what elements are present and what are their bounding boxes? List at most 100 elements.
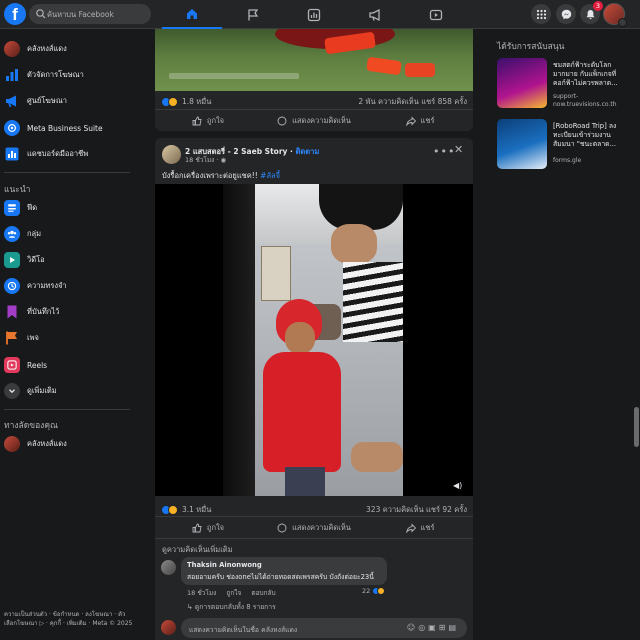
post-card-previous: 1.8 หมื่น 2 พัน ความคิดเห็น แชร์ 858 ครั… bbox=[155, 29, 473, 131]
page-scrollbar[interactable] bbox=[634, 407, 639, 447]
sponsored-ad[interactable]: ชมสตก์ฟ้าระดับโลก มากมาย กับแพ็กเกจที่ ค… bbox=[497, 58, 627, 118]
sponsored-heading: ได้รับการสนับสนุน bbox=[497, 42, 565, 52]
hashtag-link[interactable]: #ลัลจี้ bbox=[260, 171, 280, 180]
post1-comment-button[interactable]: แสดงความคิดเห็น bbox=[261, 110, 367, 131]
globe-icon: ◉ bbox=[220, 156, 227, 164]
sidebar-item-pro-dashboard[interactable]: แดชบอร์ดมืออาชีพ bbox=[4, 143, 130, 165]
shortcuts-heading: ทางลัดของคุณ bbox=[4, 421, 58, 431]
haha-reaction-icon bbox=[168, 97, 178, 107]
post2-like-button[interactable]: ถูกใจ bbox=[155, 517, 261, 538]
comment-bubble: Thaksin Ainonwong สอยอามครับ ช่องoneไม่ไ… bbox=[181, 557, 387, 585]
sidebar-item-label: วิดีโอ bbox=[27, 255, 45, 264]
sidebar-item-see-more[interactable]: ดูเพิ่มเติม bbox=[4, 380, 130, 402]
messenger-icon bbox=[561, 9, 571, 19]
comment-text: สอยอามครับ ช่องoneไม่ได้ถ่ายทอดสดเพรสครั… bbox=[187, 573, 374, 581]
volume-icon[interactable]: ◀) bbox=[453, 481, 462, 490]
sidebar-item-pages[interactable]: เพจ bbox=[4, 327, 130, 349]
comment-time[interactable]: 18 ชั่วโมง bbox=[187, 589, 216, 597]
post1-like-button[interactable]: ถูกใจ bbox=[155, 110, 261, 131]
comment-input[interactable]: แสดงความคิดเห็นในชื่อ คลังหงส์แดง ☺◎▣⊞▤ bbox=[181, 618, 467, 638]
pages-icon bbox=[4, 330, 20, 346]
view-replies-link[interactable]: ↳ ดูการตอบกลับทั้ง 8 รายการ bbox=[187, 601, 276, 612]
sidebar-divider bbox=[4, 409, 130, 410]
ad-thumbnail[interactable] bbox=[497, 119, 547, 169]
post2-reactions[interactable]: 3.1 หมื่น bbox=[161, 504, 211, 516]
commenter-avatar[interactable] bbox=[161, 560, 176, 575]
post-author-avatar[interactable] bbox=[162, 145, 181, 164]
post1-share-button[interactable]: แชร์ bbox=[367, 110, 473, 131]
post2-share-button[interactable]: แชร์ bbox=[367, 517, 473, 538]
sidebar-item-ads-manager[interactable]: ตัวจัดการโฆษณา bbox=[4, 64, 130, 86]
sidebar-item-ad-center[interactable]: ศูนย์โฆษณา bbox=[4, 90, 130, 112]
sidebar-item-feed[interactable]: ฟีด bbox=[4, 197, 130, 219]
sidebar-profile[interactable]: คลังหงส์แดง bbox=[4, 38, 130, 60]
facebook-logo-icon[interactable]: f bbox=[4, 3, 26, 25]
ad-thumbnail[interactable] bbox=[497, 58, 547, 108]
sidebar-item-meta-business-suite[interactable]: Meta Business Suite bbox=[4, 117, 130, 139]
nav-tab-video[interactable] bbox=[406, 0, 466, 29]
sponsored-ad[interactable]: [RoboRoad Trip] ลงทะเบียนเข้าร่วมงานสัมม… bbox=[497, 119, 627, 179]
close-icon[interactable]: ✕ bbox=[454, 143, 463, 156]
sidebar-item-label: ตัวจัดการโฆษณา bbox=[27, 70, 84, 79]
post2-action-bar: ถูกใจ แสดงความคิดเห็น แชร์ bbox=[155, 516, 473, 538]
follow-link[interactable]: ติดตาม bbox=[296, 147, 320, 156]
post2-comment-button[interactable]: แสดงความคิดเห็น bbox=[261, 517, 367, 538]
post-caption: บังรื้อกเครื่องเพราะต่อยูแชค!! #ลัลจี้ bbox=[162, 171, 281, 180]
memories-icon bbox=[4, 278, 20, 294]
chevron-down-icon bbox=[4, 383, 20, 399]
sidebar-divider bbox=[4, 172, 130, 173]
search-box[interactable]: ค้นหาบน Facebook bbox=[29, 4, 151, 24]
comment-icon bbox=[277, 116, 287, 125]
ad-title[interactable]: [RoboRoad Trip] ลงทะเบียนเข้าร่วมงานสัมม… bbox=[553, 122, 629, 149]
reels-icon bbox=[4, 357, 20, 373]
notifications-button[interactable]: 3 bbox=[580, 1, 603, 24]
sidebar-profile-label: คลังหงส์แดง bbox=[27, 44, 67, 53]
flag-icon bbox=[248, 8, 259, 20]
nav-tab-marketing[interactable] bbox=[345, 0, 405, 29]
sidebar-item-groups[interactable]: กลุ่ม bbox=[4, 223, 130, 245]
sidebar-item-video[interactable]: วิดีโอ bbox=[4, 249, 130, 271]
ad-url[interactable]: support-now.truevisions.co.th bbox=[553, 93, 629, 109]
post1-stats[interactable]: 2 พัน ความคิดเห็น แชร์ 858 ครั้ง bbox=[358, 96, 467, 108]
ad-title[interactable]: ชมสตก์ฟ้าระดับโลก มากมาย กับแพ็กเกจที่ ค… bbox=[553, 61, 629, 88]
nav-tab-home[interactable] bbox=[162, 0, 222, 29]
comment-reactions[interactable]: 22 bbox=[362, 587, 386, 595]
post1-reactions[interactable]: 1.8 หมื่น bbox=[161, 96, 211, 108]
comment-like-link[interactable]: ถูกใจ bbox=[226, 589, 241, 597]
sidebar-item-memories[interactable]: ความทรงจำ bbox=[4, 275, 130, 297]
video-frame bbox=[223, 184, 403, 496]
sidebar-item-label: Reels bbox=[27, 360, 48, 370]
recommended-heading: แนะนำ bbox=[4, 185, 31, 195]
ad-url[interactable]: forms.gle bbox=[553, 157, 629, 165]
sidebar-item-label: ที่บันทึกไว้ bbox=[27, 307, 60, 316]
messenger-button[interactable] bbox=[556, 4, 576, 24]
sidebar-item-reels[interactable]: Reels bbox=[4, 354, 130, 376]
comment-tools-icons[interactable]: ☺◎▣⊞▤ bbox=[407, 623, 459, 632]
sidebar-item-label: กลุ่ม bbox=[27, 229, 42, 238]
nav-tab-ads[interactable] bbox=[284, 0, 344, 29]
home-icon bbox=[187, 8, 197, 19]
post2-stats[interactable]: 323 ความคิดเห็น แชร์ 92 ครั้ง bbox=[366, 504, 467, 516]
sidebar-shortcut-item[interactable]: คลังหงส์แดง bbox=[4, 433, 130, 455]
view-more-comments-link[interactable]: ดูความคิดเห็นเพิ่มเติม bbox=[162, 544, 233, 556]
profile-avatar bbox=[4, 41, 20, 57]
groups-icon bbox=[4, 226, 20, 242]
sidebar-item-saved[interactable]: ที่บันทึกไว้ bbox=[4, 301, 130, 323]
sidebar-item-label: ดูเพิ่มเติม bbox=[27, 386, 57, 395]
post-image[interactable] bbox=[155, 29, 473, 91]
sidebar-item-label: แดชบอร์ดมืออาชีพ bbox=[27, 149, 89, 158]
sidebar-shortcut-label: คลังหงส์แดง bbox=[27, 439, 67, 448]
sidebar-item-label: ศูนย์โฆษณา bbox=[27, 96, 67, 105]
post-video-player[interactable]: ◀) bbox=[155, 184, 473, 496]
more-options-icon[interactable]: ••• bbox=[433, 145, 455, 158]
share-icon bbox=[405, 522, 416, 533]
nav-tab-pages[interactable] bbox=[223, 0, 283, 29]
post-timestamp[interactable]: 18 ชั่วโมง · ◉ bbox=[185, 155, 226, 165]
sidebar-item-label: ความทรงจำ bbox=[27, 281, 67, 290]
comment-reply-link[interactable]: ตอบกลับ bbox=[251, 589, 275, 597]
menu-button[interactable] bbox=[531, 4, 551, 24]
comment-author[interactable]: Thaksin Ainonwong bbox=[187, 561, 262, 569]
account-avatar[interactable] bbox=[603, 3, 627, 27]
sidebar-footer-links[interactable]: ความเป็นส่วนตัว · ข้อกำหนด · ลงโฆษณา · ต… bbox=[4, 610, 134, 628]
account-dropdown-icon[interactable] bbox=[618, 18, 627, 27]
